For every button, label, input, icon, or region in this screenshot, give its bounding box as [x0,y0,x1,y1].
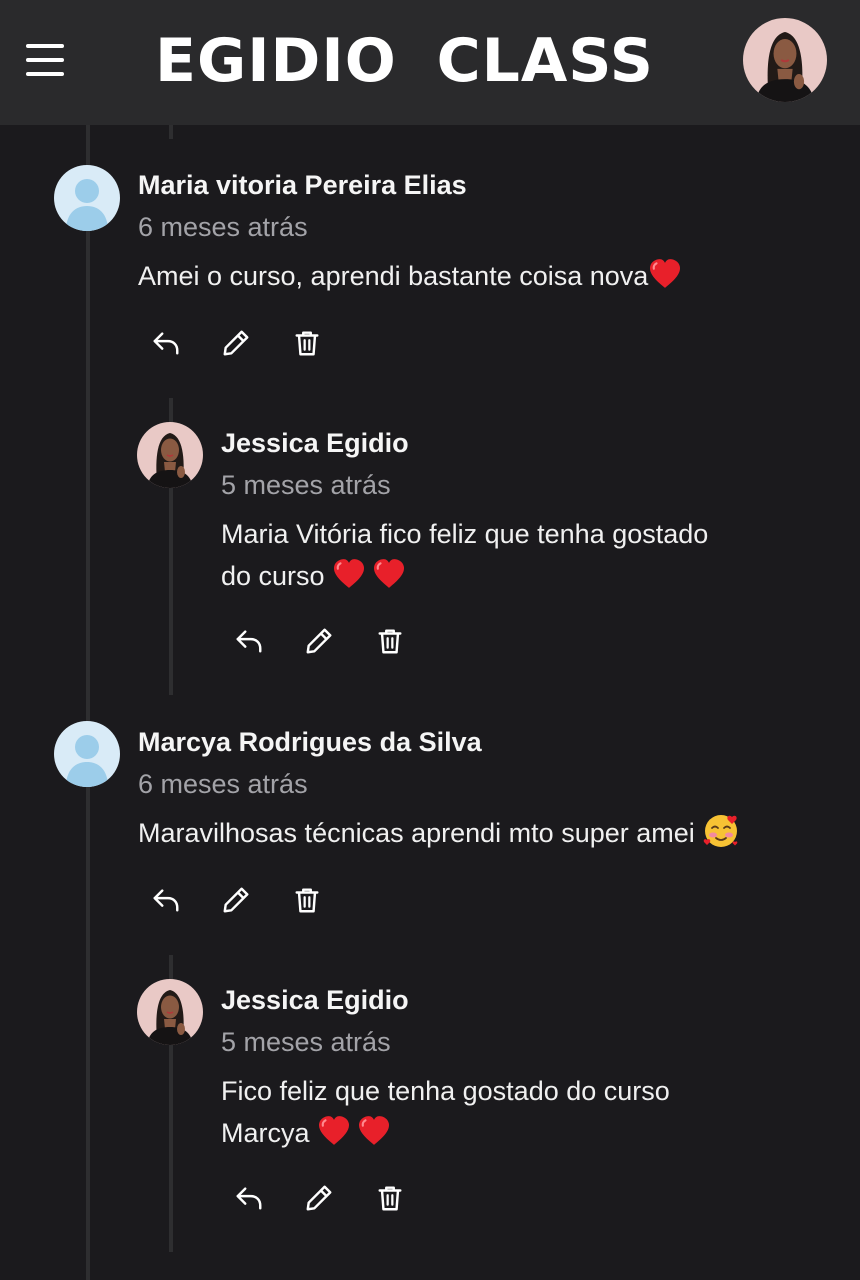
trash-icon[interactable] [372,1180,408,1216]
reply-text: Fico feliz que tenha gostado do curso Ma… [221,1076,670,1148]
comment-timestamp: 6 meses atrás [138,769,308,799]
reply-icon[interactable] [148,325,184,361]
brand-title: EGIDIO CLASS [155,26,655,96]
trash-icon[interactable] [372,623,408,659]
comment-text: Maravilhosas técnicas aprendi mto super … [138,812,848,854]
comment-avatar[interactable] [54,721,120,787]
reply-actions [231,623,471,663]
red-heart-icon [317,1114,351,1148]
pencil-icon[interactable] [218,882,254,918]
red-heart-icon [357,1114,391,1148]
reply-text: Maria Vitória fico feliz que tenha gosta… [221,519,709,591]
user-profile-avatar[interactable] [743,18,827,102]
reply-avatar[interactable] [137,422,203,488]
pencil-icon[interactable] [301,623,337,659]
reply-timestamp: 5 meses atrás [221,470,391,500]
reply-author[interactable]: Jessica Egidio [221,426,409,460]
trash-icon[interactable] [289,882,325,918]
trash-icon[interactable] [289,325,325,361]
reply-timestamp: 5 meses atrás [221,1027,391,1057]
red-heart-icon [648,257,682,291]
comment-actions [148,325,388,365]
comment-actions [148,882,388,922]
pencil-icon[interactable] [301,1180,337,1216]
comment-author[interactable]: Maria vitoria Pereira Elias [138,168,467,202]
red-heart-icon [372,557,406,591]
reply-icon[interactable] [231,623,267,659]
thread-line [169,125,173,139]
reply-avatar[interactable] [137,979,203,1045]
hamburger-menu-icon[interactable] [26,44,66,78]
app-header: EGIDIO CLASS [0,0,860,125]
reply-icon[interactable] [231,1180,267,1216]
reply-author[interactable]: Jessica Egidio [221,983,409,1017]
pencil-icon[interactable] [218,325,254,361]
comment-text: Amei o curso, aprendi bastante coisa nov… [138,255,838,297]
comment-author[interactable]: Marcya Rodrigues da Silva [138,725,482,759]
red-heart-icon [332,557,366,591]
comment-timestamp: 6 meses atrás [138,212,308,242]
reply-icon[interactable] [148,882,184,918]
smiling-face-with-hearts-icon [702,812,740,850]
reply-actions [231,1180,471,1220]
comment-avatar[interactable] [54,165,120,231]
thread-line [86,125,90,1280]
